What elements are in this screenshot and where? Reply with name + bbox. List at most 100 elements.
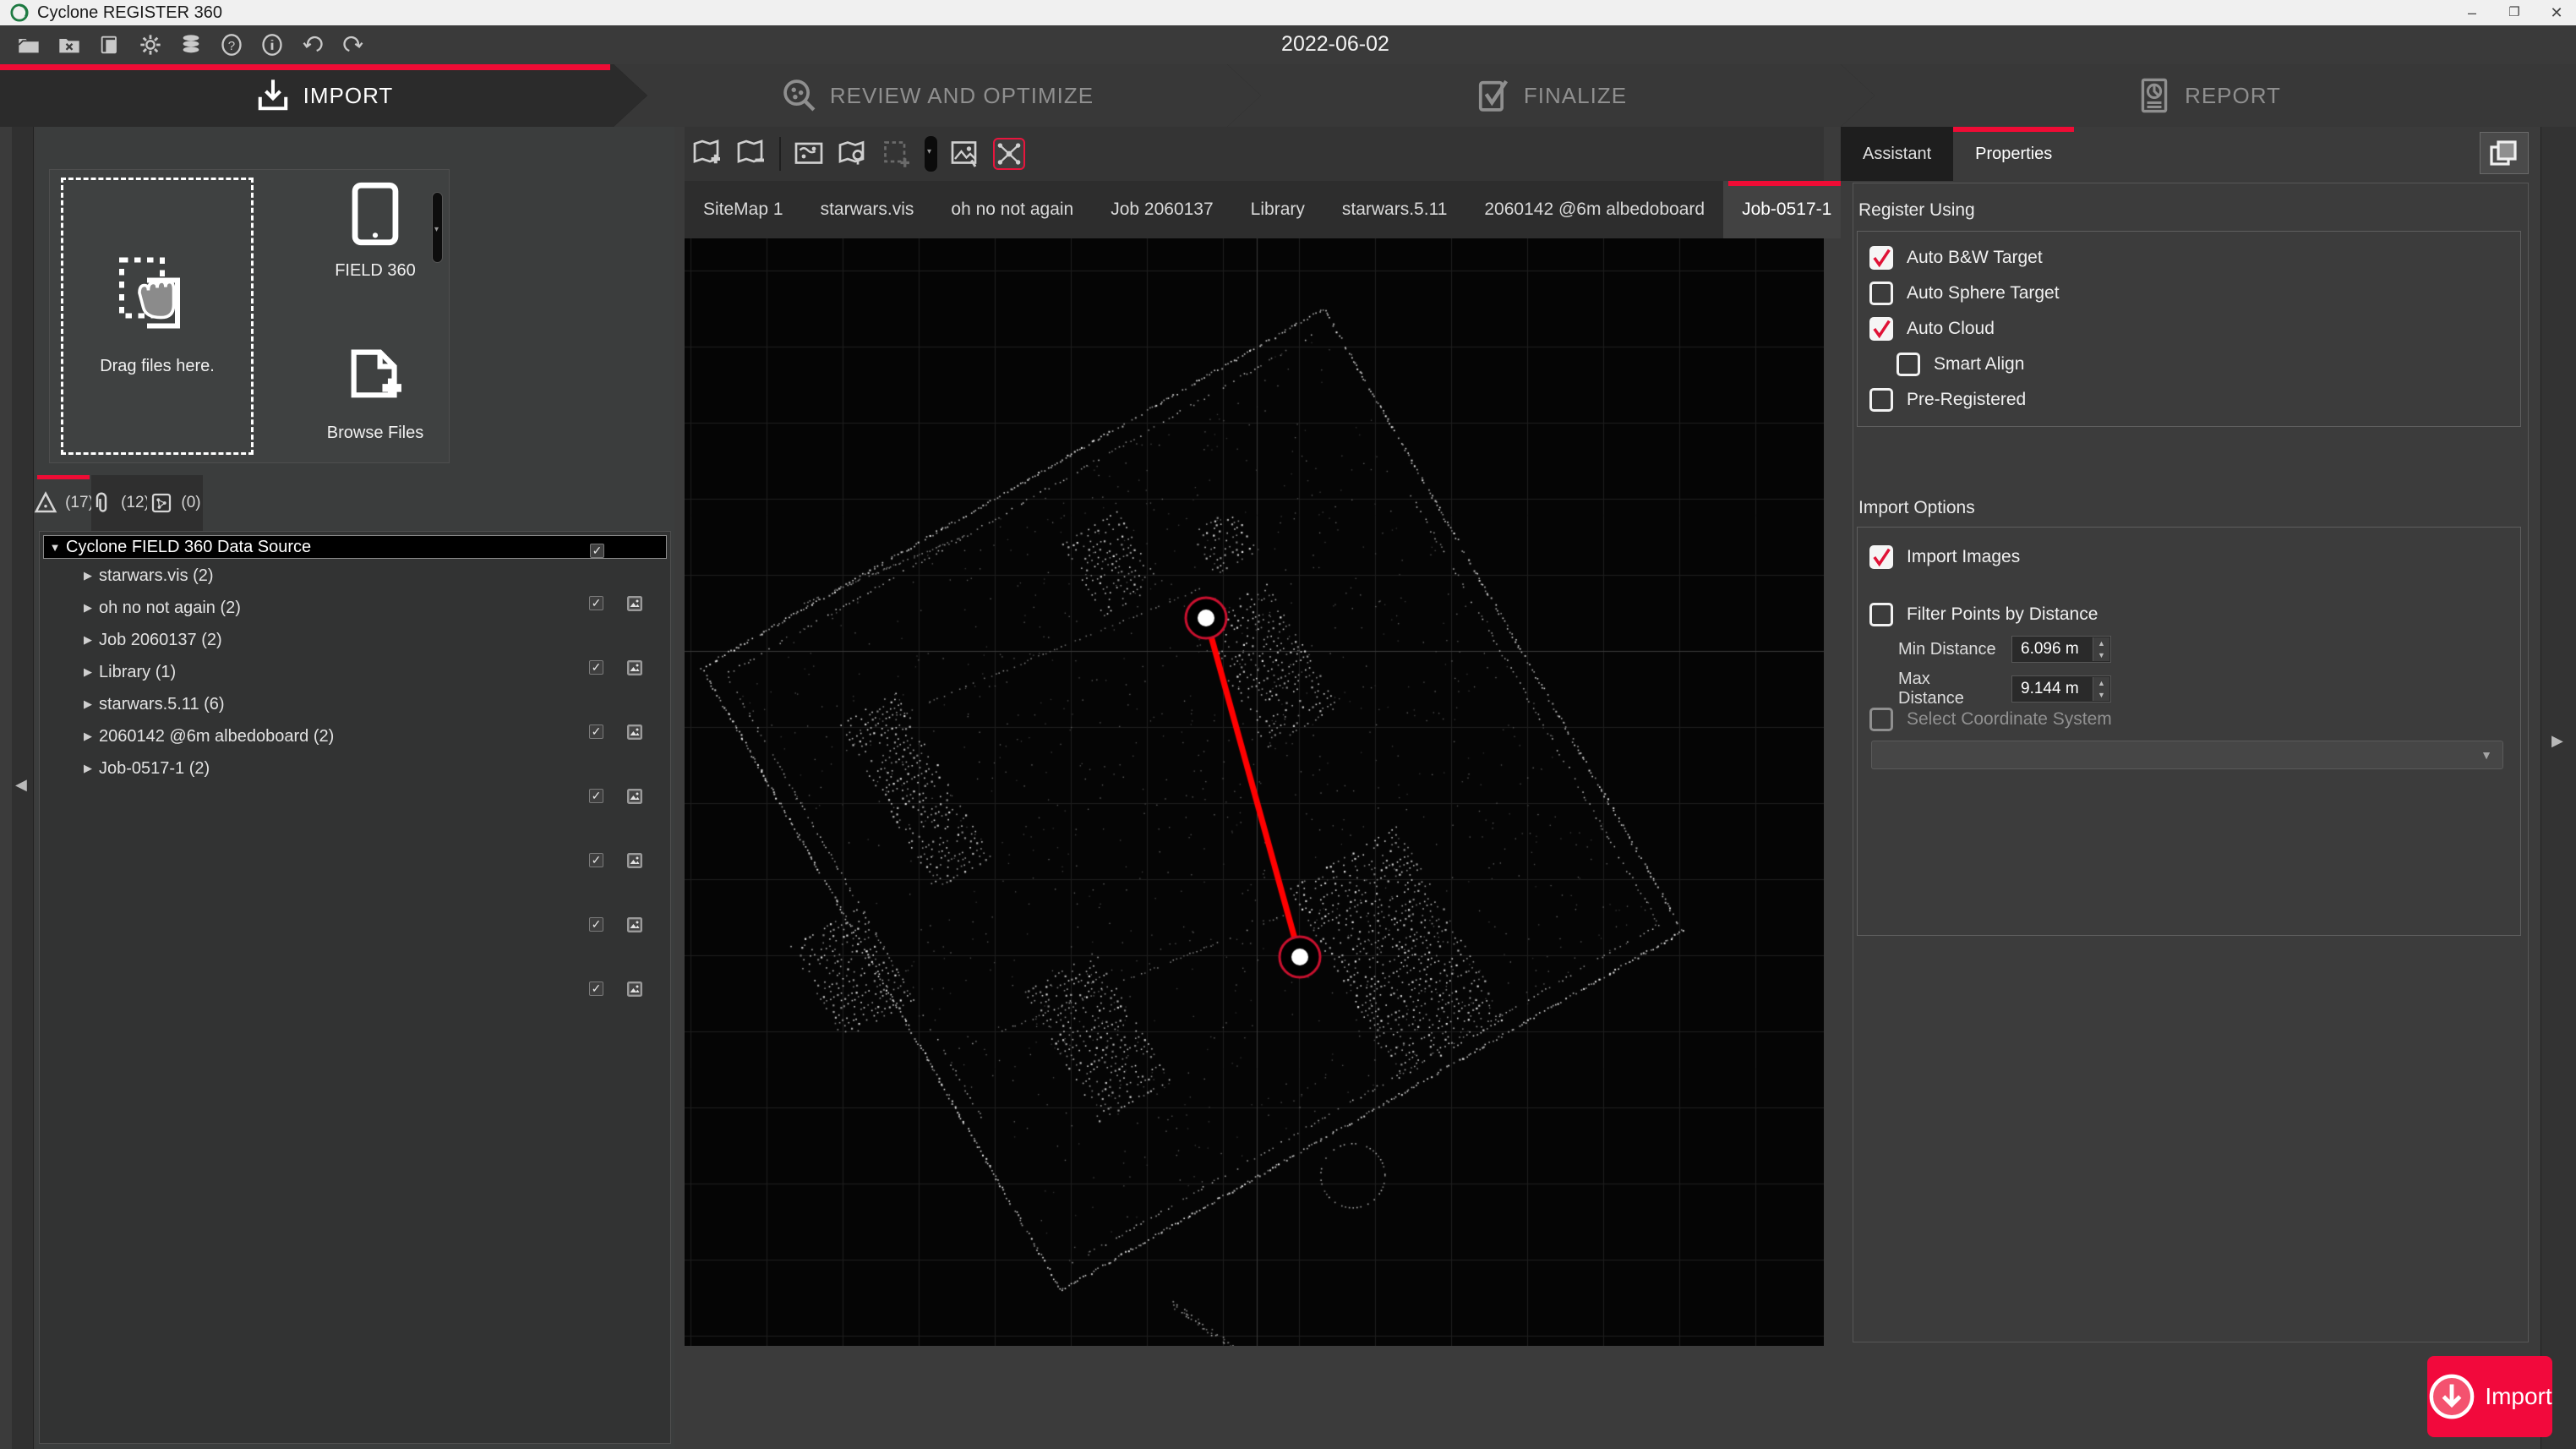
viewer-tab-starwars-5-11[interactable]: starwars.5.11 <box>1323 181 1466 238</box>
tree-item-row[interactable]: ▶ 2060142 @6m albedoboard (2) ✓ <box>43 720 667 752</box>
collapse-left-icon[interactable]: ◀ <box>15 776 27 794</box>
panel-tab-assistant[interactable]: Assistant <box>1841 127 1953 181</box>
overview-map-icon[interactable] <box>793 138 825 170</box>
collapse-arrow-icon[interactable]: ▼ <box>44 541 66 554</box>
source-tab-attachment-icon[interactable]: (12) <box>91 475 147 531</box>
scan-cone-icon <box>33 490 58 516</box>
detach-panel-button[interactable] <box>2480 132 2529 174</box>
properties-panel-tabs: Assistant Properties <box>1841 127 2074 181</box>
right-collapse-rail[interactable]: ▶ <box>2541 127 2576 1449</box>
redo-icon[interactable] <box>340 31 367 58</box>
workflow-steps: IMPORT REVIEW AND OPTIMIZE FINALIZE REPO… <box>0 64 2576 127</box>
links-view-icon[interactable] <box>993 138 1025 170</box>
min-distance-input[interactable]: 6.096 m ▲▼ <box>2011 636 2111 663</box>
help-icon[interactable]: ? <box>218 31 245 58</box>
panel-tab-properties[interactable]: Properties <box>1953 127 2074 181</box>
stepper-down-icon[interactable]: ▼ <box>2093 649 2109 661</box>
open-project-icon[interactable] <box>15 31 42 58</box>
source-tab-target-icon[interactable]: (0) <box>147 475 203 531</box>
tree-item-checkbox[interactable]: ✓ <box>589 789 603 803</box>
tree-item-row[interactable]: ▶ starwars.vis (2) ✓ <box>43 560 667 592</box>
smart-align-checkbox[interactable] <box>1897 353 1920 376</box>
expand-arrow-icon[interactable]: ▶ <box>77 762 99 775</box>
tree-root-row[interactable]: ▼ Cyclone FIELD 360 Data Source ✓ <box>43 535 667 559</box>
image-view-icon[interactable] <box>949 138 981 170</box>
stepper-up-icon[interactable]: ▲ <box>2093 677 2109 689</box>
expand-arrow-icon[interactable]: ▶ <box>77 633 99 647</box>
expand-arrow-icon[interactable]: ▶ <box>77 569 99 582</box>
tree-item-row[interactable]: ▶ starwars.5.11 (6) ✓ <box>43 688 667 720</box>
workflow-step-review-and-optimize[interactable]: REVIEW AND OPTIMIZE <box>614 64 1261 127</box>
dropdown-arrow-icon: ▼ <box>2480 748 2492 762</box>
source-tab-scan-cone-icon[interactable]: (17) <box>35 475 91 531</box>
expand-right-icon[interactable]: ▶ <box>2551 732 2563 750</box>
minimize-button[interactable]: – <box>2453 0 2491 25</box>
info-icon[interactable] <box>259 31 286 58</box>
viewer-tab-job-2060137[interactable]: Job 2060137 <box>1092 181 1231 238</box>
expand-arrow-icon[interactable]: ▶ <box>77 730 99 743</box>
settings-gear-icon[interactable] <box>137 31 164 58</box>
tree-item-image-icon[interactable] <box>626 788 643 805</box>
coordinate-system-dropdown[interactable]: ▼ <box>1871 741 2503 769</box>
pre-registered-checkbox[interactable] <box>1869 388 1893 412</box>
stepper-down-icon[interactable]: ▼ <box>2093 689 2109 701</box>
tree-item-checkbox[interactable]: ✓ <box>589 917 603 932</box>
viewer-tab-2060142-6m-albedoboard[interactable]: 2060142 @6m albedoboard <box>1465 181 1723 238</box>
workflow-step-report[interactable]: REPORT <box>1841 64 2576 127</box>
tree-item-image-icon[interactable] <box>626 981 643 998</box>
database-icon[interactable] <box>177 31 205 58</box>
restore-button[interactable]: ❐ <box>2495 0 2534 25</box>
tree-root-label: Cyclone FIELD 360 Data Source <box>66 538 311 557</box>
source-list-tabs: (17) (12) (0) <box>35 475 203 531</box>
min-distance-label: Min Distance <box>1898 640 2000 659</box>
viewer-tab-starwars-vis[interactable]: starwars.vis <box>802 181 933 238</box>
device-import-icon[interactable] <box>96 31 123 58</box>
viewer-tab-library[interactable]: Library <box>1232 181 1323 238</box>
tree-root-checkbox[interactable]: ✓ <box>590 544 604 558</box>
coordinate-system-checkbox[interactable] <box>1869 708 1893 731</box>
tree-item-checkbox[interactable]: ✓ <box>589 981 603 996</box>
tree-item-row[interactable]: ▶ Job-0517-1 (2) ✓ <box>43 752 667 785</box>
field360-slider[interactable]: ▾ <box>432 192 443 263</box>
import-images-checkbox[interactable] <box>1869 545 1893 569</box>
slider-arrow-icon: ▾ <box>434 225 439 234</box>
tree-item-image-icon[interactable] <box>626 852 643 869</box>
tree-item-row[interactable]: ▶ Job 2060137 (2) ✓ <box>43 624 667 656</box>
viewer-tab-label: oh no not again <box>951 200 1073 220</box>
left-collapse-rail[interactable]: ◀ <box>12 127 34 1449</box>
max-distance-stepper[interactable]: ▲▼ <box>2093 677 2109 701</box>
map-location-icon[interactable] <box>837 138 869 170</box>
viewer-tab-job-0517-1[interactable]: Job-0517-1 <box>1723 181 1850 238</box>
expand-arrow-icon[interactable]: ▶ <box>77 601 99 615</box>
tree-item-image-icon[interactable] <box>626 916 643 933</box>
point-cloud-viewport[interactable] <box>685 238 1824 1346</box>
expand-arrow-icon[interactable]: ▶ <box>77 697 99 711</box>
undo-icon[interactable] <box>299 31 326 58</box>
tree-item-row[interactable]: ▶ oh no not again (2) ✓ <box>43 592 667 624</box>
title-bar: Cyclone REGISTER 360 – ❐ ✕ <box>0 0 2576 25</box>
stepper-up-icon[interactable]: ▲ <box>2093 637 2109 649</box>
viewer-tab-sitemap-1[interactable]: SiteMap 1 <box>685 181 802 238</box>
max-distance-input[interactable]: 9.144 m ▲▼ <box>2011 675 2111 703</box>
close-button[interactable]: ✕ <box>2537 0 2576 25</box>
tree-item-checkbox[interactable]: ✓ <box>589 853 603 867</box>
add-map-icon[interactable] <box>691 138 723 170</box>
import-options-group: Import Images Filter Points by Distance … <box>1857 527 2521 936</box>
active-step-indicator <box>0 64 610 70</box>
auto-cloud-checkbox[interactable] <box>1869 317 1893 341</box>
viewer-tab-oh-no-not-again[interactable]: oh no not again <box>932 181 1092 238</box>
auto-b-w-target-checkbox[interactable] <box>1869 246 1893 270</box>
drop-zone[interactable]: Drag files here. <box>61 178 254 455</box>
expand-arrow-icon[interactable]: ▶ <box>77 665 99 679</box>
area-select-icon[interactable] <box>881 138 913 170</box>
import-button[interactable]: Import <box>2427 1356 2552 1437</box>
workflow-step-import[interactable]: IMPORT <box>0 64 647 127</box>
workflow-step-finalize[interactable]: FINALIZE <box>1227 64 1875 127</box>
close-project-icon[interactable] <box>56 31 83 58</box>
zoom-slider[interactable]: ▾ <box>925 136 937 172</box>
auto-sphere-target-checkbox[interactable] <box>1869 282 1893 305</box>
min-distance-stepper[interactable]: ▲▼ <box>2093 637 2109 661</box>
filter-points-checkbox[interactable] <box>1869 603 1893 626</box>
remove-map-icon[interactable] <box>735 138 767 170</box>
tree-item-row[interactable]: ▶ Library (1) ✓ <box>43 656 667 688</box>
